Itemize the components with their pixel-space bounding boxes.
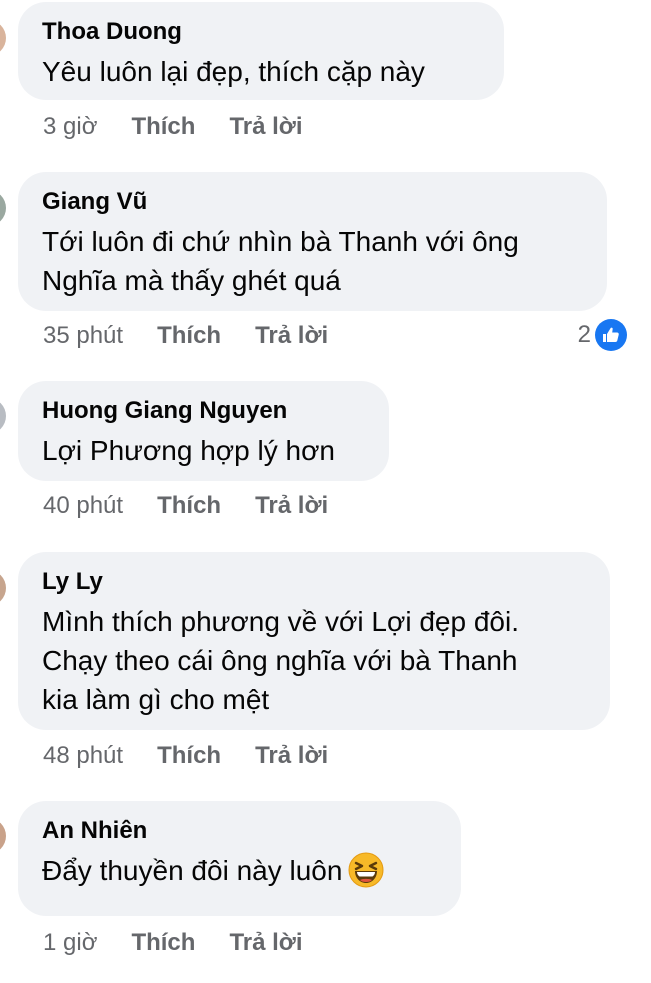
comment-bubble: An Nhiên Đẩy thuyền đôi này luôn bbox=[18, 801, 461, 916]
comment-line: Nghĩa mà thấy ghét quá bbox=[42, 265, 341, 296]
comment-line: Mình thích phương về với Lợi đẹp đôi. bbox=[42, 606, 519, 637]
comment-time[interactable]: 48 phút bbox=[43, 741, 123, 771]
comment-bubble: Thoa Duong Yêu luôn lại đẹp, thích cặp n… bbox=[18, 2, 504, 100]
comment-time[interactable]: 3 giờ bbox=[43, 112, 97, 142]
comment-line: Yêu luôn lại đẹp, thích cặp này bbox=[42, 56, 425, 87]
avatar[interactable] bbox=[0, 20, 6, 56]
comment-bubble: Ly Ly Mình thích phương về với Lợi đẹp đ… bbox=[18, 552, 610, 730]
comment-author[interactable]: Ly Ly bbox=[42, 568, 586, 596]
comment-text: Tới luôn đi chứ nhìn bà Thanh với ông Ng… bbox=[42, 222, 583, 300]
avatar[interactable] bbox=[0, 190, 6, 226]
like-button[interactable]: Thích bbox=[157, 741, 221, 771]
comment-actions: 40 phút Thích Trả lời bbox=[43, 491, 362, 521]
comment-line: Đẩy thuyền đôi này luôn bbox=[42, 855, 343, 886]
comment-author[interactable]: An Nhiên bbox=[42, 817, 437, 845]
avatar[interactable] bbox=[0, 398, 6, 434]
comment-line: Chạy theo cái ông nghĩa với bà Thanh bbox=[42, 645, 518, 676]
comment-author[interactable]: Thoa Duong bbox=[42, 18, 480, 46]
like-reaction-icon bbox=[595, 319, 627, 351]
comment-author[interactable]: Giang Vũ bbox=[42, 188, 583, 216]
comment-actions: 35 phút Thích Trả lời bbox=[43, 321, 362, 351]
reaction-count: 2 bbox=[577, 321, 591, 348]
comment-time[interactable]: 1 giờ bbox=[43, 928, 97, 958]
comment-text: Lợi Phương hợp lý hơn bbox=[42, 431, 365, 470]
avatar[interactable] bbox=[0, 818, 6, 854]
comment-text: Mình thích phương về với Lợi đẹp đôi. Ch… bbox=[42, 602, 586, 719]
reply-button[interactable]: Trả lời bbox=[255, 491, 328, 521]
comment-actions: 48 phút Thích Trả lời bbox=[43, 741, 362, 771]
comment-bubble: Huong Giang Nguyen Lợi Phương hợp lý hơn bbox=[18, 381, 389, 481]
comment-author[interactable]: Huong Giang Nguyen bbox=[42, 397, 365, 425]
comment-actions: 1 giờ Thích Trả lời bbox=[43, 928, 337, 958]
comment-time[interactable]: 35 phút bbox=[43, 321, 123, 351]
reaction-summary[interactable]: 2 bbox=[578, 319, 627, 351]
comment-line: kia làm gì cho mệt bbox=[42, 684, 270, 715]
comment-text: Yêu luôn lại đẹp, thích cặp này bbox=[42, 52, 480, 91]
comment-line: Lợi Phương hợp lý hơn bbox=[42, 435, 336, 466]
comment-text: Đẩy thuyền đôi này luôn bbox=[42, 851, 437, 891]
comment-actions: 3 giờ Thích Trả lời bbox=[43, 112, 337, 142]
comment-line: Tới luôn đi chứ nhìn bà Thanh với ông bbox=[42, 226, 519, 257]
grinning-squinting-face-icon bbox=[348, 852, 384, 888]
like-button[interactable]: Thích bbox=[131, 928, 195, 958]
comment-time[interactable]: 40 phút bbox=[43, 491, 123, 521]
reply-button[interactable]: Trả lời bbox=[229, 928, 302, 958]
comment-bubble: Giang Vũ Tới luôn đi chứ nhìn bà Thanh v… bbox=[18, 172, 607, 311]
like-button[interactable]: Thích bbox=[131, 112, 195, 142]
reply-button[interactable]: Trả lời bbox=[255, 321, 328, 351]
like-button[interactable]: Thích bbox=[157, 321, 221, 351]
reply-button[interactable]: Trả lời bbox=[255, 741, 328, 771]
avatar[interactable] bbox=[0, 570, 6, 606]
reply-button[interactable]: Trả lời bbox=[229, 112, 302, 142]
like-button[interactable]: Thích bbox=[157, 491, 221, 521]
